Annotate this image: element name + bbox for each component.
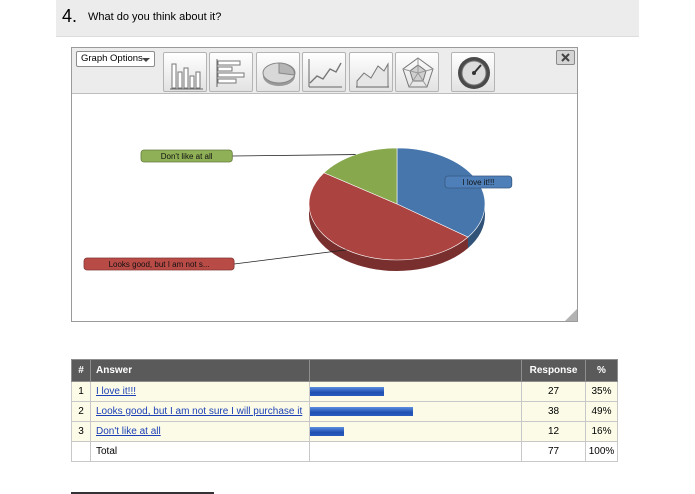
question-header: 4. What do you think about it?	[56, 0, 639, 37]
response-percent: 49%	[585, 401, 618, 422]
response-bar	[310, 387, 384, 396]
column-header-answer: Answer	[90, 359, 310, 382]
total-bar-blank	[309, 441, 522, 462]
column-header-num: #	[71, 359, 91, 382]
callout-line	[234, 249, 347, 265]
response-bar	[310, 427, 344, 436]
callout-label: Don't like at all	[161, 152, 213, 161]
vertical-bar-chart-button[interactable]	[163, 52, 207, 92]
row-number: 3	[71, 421, 91, 442]
answer-link[interactable]: I love it!!!	[96, 386, 136, 397]
pie-chart-button[interactable]	[256, 52, 300, 92]
column-header-bar	[309, 359, 522, 382]
radar-chart-button[interactable]	[395, 52, 439, 92]
results-table: # Answer Response % 1 I love it!!! 27 35…	[71, 359, 618, 462]
answer-cell: Don't like at all	[90, 421, 310, 442]
table-row: 1 I love it!!! 27 35%	[71, 381, 618, 402]
answer-link[interactable]: Don't like at all	[96, 426, 161, 437]
column-header-percent: %	[585, 359, 618, 382]
answer-link[interactable]: Looks good, but I am not sure I will pur…	[96, 406, 302, 417]
response-count: 27	[521, 381, 586, 402]
horizontal-bar-chart-icon	[216, 59, 245, 87]
callout-label: Looks good, but I am not s...	[109, 260, 210, 269]
graph-options-dropdown[interactable]: Graph Options	[76, 51, 155, 67]
pie-chart-icon	[262, 62, 296, 86]
table-header-row: # Answer Response %	[71, 359, 618, 382]
radar-chart-icon	[402, 57, 434, 88]
row-number: 1	[71, 381, 91, 402]
callout-line	[232, 154, 356, 157]
graph-toolbar: Graph Options	[72, 48, 577, 94]
area-chart-icon	[356, 62, 389, 88]
table-row: 2 Looks good, but I am not sure I will p…	[71, 401, 618, 422]
chevron-down-icon	[142, 58, 150, 62]
response-count: 12	[521, 421, 586, 442]
bar-cell	[309, 381, 522, 402]
bar-cell	[309, 421, 522, 442]
gauge-icon	[458, 57, 490, 89]
response-count: 38	[521, 401, 586, 422]
response-percent: 35%	[585, 381, 618, 402]
question-number: 4.	[62, 6, 78, 26]
total-label: Total	[90, 441, 310, 462]
graph-panel: Graph Options I love it!!! Looks good, b…	[71, 47, 578, 322]
line-chart-button[interactable]	[302, 52, 346, 92]
pie-chart: I love it!!! Looks good, but I am not s..…	[83, 147, 513, 271]
bar-cell	[309, 401, 522, 422]
question-text: What do you think about it?	[88, 11, 222, 23]
close-graph-button[interactable]	[556, 50, 575, 65]
line-chart-icon	[308, 59, 342, 88]
vertical-bar-chart-icon	[170, 63, 203, 90]
horizontal-bar-chart-button[interactable]	[209, 52, 253, 92]
answer-cell: I love it!!!	[90, 381, 310, 402]
total-row: Total 77 100%	[71, 441, 618, 462]
total-response: 77	[521, 441, 586, 462]
gauge-chart-button[interactable]	[451, 52, 495, 92]
area-chart-button[interactable]	[349, 52, 393, 92]
graph-options-label: Graph Options	[81, 53, 143, 64]
total-percent: 100%	[585, 441, 618, 462]
answer-cell: Looks good, but I am not sure I will pur…	[90, 401, 310, 422]
close-icon	[561, 53, 570, 62]
column-header-response: Response	[521, 359, 586, 382]
table-row: 3 Don't like at all 12 16%	[71, 421, 618, 442]
row-number: 2	[71, 401, 91, 422]
resize-grip[interactable]	[565, 309, 577, 321]
response-bar	[310, 407, 414, 416]
total-blank	[71, 441, 91, 462]
response-percent: 16%	[585, 421, 618, 442]
callout-label: I love it!!!	[462, 178, 494, 187]
